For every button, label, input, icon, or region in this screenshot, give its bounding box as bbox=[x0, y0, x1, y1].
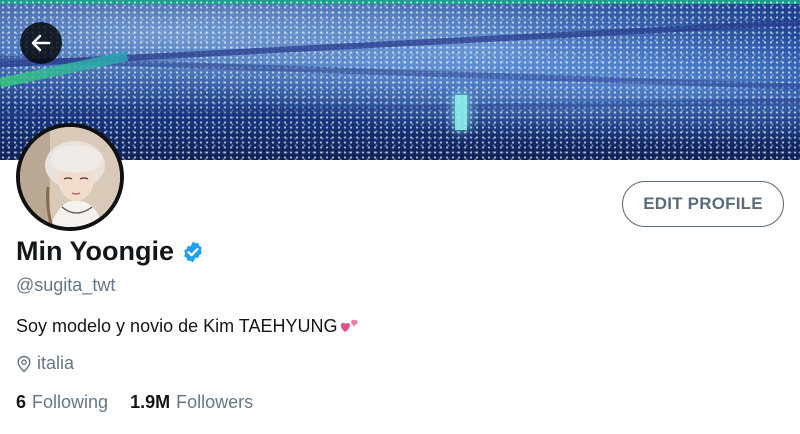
location-text: italia bbox=[37, 353, 75, 373]
avatar-photo bbox=[20, 127, 120, 227]
handle: @sugita_twt bbox=[16, 275, 116, 295]
display-name: Min Yoongie bbox=[16, 236, 174, 266]
following-label: Following bbox=[32, 392, 109, 412]
location-pin-icon bbox=[16, 355, 32, 373]
follow-stats: 6 Following 1.9M Followers bbox=[16, 392, 253, 413]
followers-label: Followers bbox=[176, 392, 254, 412]
bio-text: Soy modelo y novio de Kim TAEHYUNG bbox=[16, 315, 338, 336]
avatar[interactable] bbox=[16, 123, 124, 231]
banner-stage-light bbox=[455, 95, 467, 130]
arrow-left-icon bbox=[31, 34, 51, 52]
edit-profile-button[interactable]: EDIT PROFILE bbox=[622, 181, 784, 227]
verified-badge-icon bbox=[181, 240, 205, 264]
followers-count: 1.9M bbox=[130, 392, 171, 412]
location: italia bbox=[16, 353, 74, 374]
following-count: 6 bbox=[16, 392, 27, 412]
followers-link[interactable]: 1.9M Followers bbox=[130, 392, 253, 413]
back-button[interactable] bbox=[20, 22, 62, 64]
two-hearts-icon bbox=[339, 315, 361, 337]
bio: Soy modelo y novio de Kim TAEHYUNG bbox=[16, 315, 361, 337]
following-link[interactable]: 6 Following bbox=[16, 392, 108, 413]
name-row: Min Yoongie bbox=[16, 236, 205, 267]
profile-banner[interactable] bbox=[0, 0, 800, 160]
